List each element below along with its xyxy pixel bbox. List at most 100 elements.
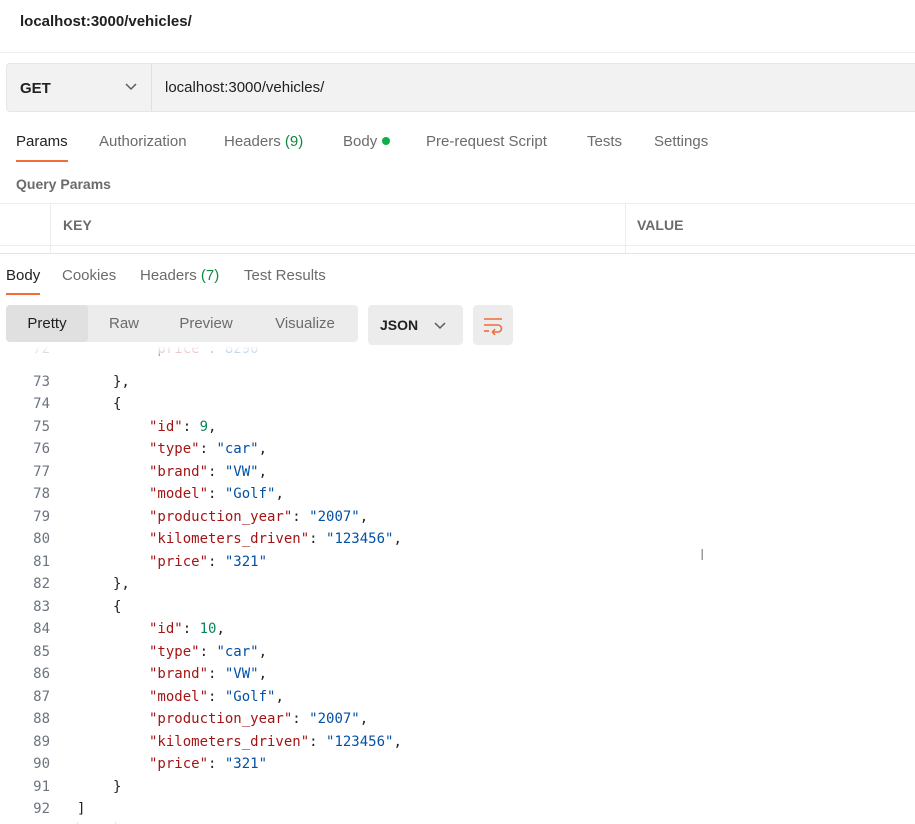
url-bar: GET localhost:3000/vehicles/ [6,63,915,112]
tab-headers[interactable]: Headers (9) [224,133,303,150]
view-mode-selector: Pretty Raw Preview Visualize [6,305,358,342]
tab-response-headers[interactable]: Headers (7) [140,267,219,284]
tab-body[interactable]: Body [343,133,391,150]
code-token: : [182,418,200,435]
tab-authorization-label: Authorization [99,133,187,150]
code-token: } [113,778,122,795]
code-token: "321" [224,553,268,570]
code-token: : [292,508,310,525]
view-visualize[interactable]: Visualize [252,305,358,342]
view-pretty[interactable]: Pretty [6,305,88,342]
tab-authorization[interactable]: Authorization [99,133,187,150]
code-token: , [275,688,284,705]
tab-settings[interactable]: Settings [654,133,708,150]
code-token: "Golf" [224,486,276,502]
code-token: : [208,486,225,502]
code-token: "id" [149,621,183,637]
view-preview[interactable]: Preview [160,305,252,342]
request-tabs: Params Authorization Headers (9) Body Pr… [0,130,915,162]
tab-params-label: Params [16,133,68,150]
code-token: "price" [149,756,209,772]
line-number: 92 [33,801,50,817]
code-text: ] [77,798,85,821]
method-select[interactable]: GET [7,64,152,111]
code-line: 83 { [0,596,915,619]
code-line: 79 "production_year": "2007", [0,506,915,529]
value-column: VALUE [625,204,915,245]
code-token: , [216,621,225,637]
line-number: 73 [33,373,50,390]
tab-body-label: Body [343,133,378,150]
wrap-lines-button[interactable] [473,305,513,345]
code-token: }, [113,576,130,592]
code-token: : [309,733,327,750]
code-token: , [359,508,369,525]
tab-pre-request-script[interactable]: Pre-request Script [426,133,547,150]
code-token: : [208,463,225,480]
code-line: 88 "production_year": "2007", [0,708,915,731]
request-title[interactable]: localhost:3000/vehicles/ [20,13,192,30]
code-line: 87 "model": "Golf", [0,686,915,709]
code-text: "production_year": "2007", [149,708,368,731]
code-text: }, [113,371,130,394]
code-line: 77 "brand": "VW", [0,461,915,484]
code-line: 78 "model": "Golf", [0,483,915,506]
response-headers-count: (7) [200,267,220,284]
line-number: 80 [33,531,50,547]
code-line: 75 "id": 9, [0,416,915,439]
line-number: 72 [33,346,50,357]
method-label: GET [20,80,51,97]
code-token: : [182,621,200,637]
code-token: "Golf" [224,688,276,705]
tab-tests-label: Tests [587,133,623,150]
tab-test-results[interactable]: Test Results [244,267,326,284]
code-text: "price": "321" [149,551,267,574]
code-line: 89 "kilometers_driven": "123456", [0,731,915,754]
tab-response-body[interactable]: Body [6,267,41,295]
code-token: "car" [216,643,259,660]
value-header: VALUE [637,217,684,233]
response-tabs: Body Cookies Headers (7) Test Results [0,262,915,296]
line-number: 88 [33,711,50,727]
code-token: : [208,346,225,357]
code-token: , [258,666,268,682]
code-line: 91} [0,776,915,799]
code-token: : [292,711,310,727]
line-number: 83 [33,598,50,615]
tab-headers-label: Headers [224,133,281,150]
key-column: KEY [50,204,625,245]
line-number: 74 [33,396,50,412]
code-text: "brand": "VW", [149,461,267,484]
format-label: JSON [380,317,419,333]
code-token: : [208,688,225,705]
code-text: "production_year": "2007", [149,506,368,529]
tab-response-headers-label: Headers [140,267,197,284]
response-code-viewer[interactable]: 72 "price": 8290 73}, 74{75 "id": 9, 76 "type"… [0,346,915,822]
code-token: : [199,441,217,457]
code-token: "VW" [224,666,259,682]
code-token: "id" [149,418,183,435]
code-token: "brand" [149,666,209,682]
pane-divider[interactable] [0,253,915,254]
line-number: 75 [33,418,50,435]
code-token: "price" [149,553,209,570]
code-token: }, [113,373,130,390]
wrap-lines-icon [484,318,503,335]
code-token: , [258,463,268,480]
code-token: "2007" [309,508,360,525]
url-input[interactable]: localhost:3000/vehicles/ [165,79,324,96]
code-token: : [199,643,217,660]
code-text: "model": "Golf", [149,483,284,506]
code-token: "price" [149,346,209,357]
code-text: } [113,776,121,799]
format-select[interactable]: JSON [368,305,463,345]
code-token: { [113,598,122,615]
view-raw[interactable]: Raw [88,305,160,342]
line-number: 78 [33,486,50,502]
chevron-down-icon [125,83,137,91]
code-line: 84 "id": 10, [0,618,915,641]
tab-cookies[interactable]: Cookies [62,267,116,284]
tab-tests[interactable]: Tests [587,133,622,150]
tab-params[interactable]: Params [16,133,68,162]
query-params-title: Query Params [16,176,111,192]
